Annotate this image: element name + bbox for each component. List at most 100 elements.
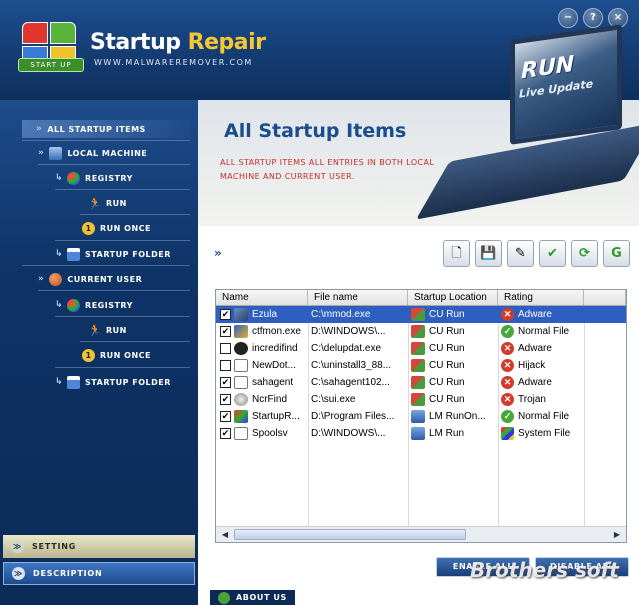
run-icon: 🏃	[88, 196, 103, 210]
location-cell: CU Run	[408, 357, 498, 374]
safe-icon: ✓	[501, 325, 514, 338]
table-row[interactable]: ✔ ctfmon.exe D:\WINDOWS\... CU Run ✓ Normal F…	[216, 323, 626, 340]
location-text: CU Run	[429, 394, 465, 405]
column-header-location[interactable]: Startup Location	[408, 290, 498, 305]
app-url: WWW.MALWAREREMOVER.COM	[94, 58, 253, 67]
table-body: ✔ Ezula C:\mmod.exe CU Run ✕ Adware ✔ ctfmon.ex…	[216, 306, 626, 527]
location-text: CU Run	[429, 309, 465, 320]
rating-text: System File	[518, 428, 571, 439]
check-icon[interactable]: ✔	[539, 240, 566, 267]
location-cell: CU Run	[408, 391, 498, 408]
location-text: CU Run	[429, 343, 465, 354]
table-row[interactable]: ✔ sahagent C:\sahagent102... CU Run ✕ Adware	[216, 374, 626, 391]
registry-icon	[67, 171, 81, 185]
current-user-icon	[411, 325, 425, 338]
column-header-name[interactable]: Name	[216, 290, 308, 305]
item-name: Ezula	[252, 309, 278, 320]
table-row[interactable]: ✔ Spoolsv D:\WINDOWS\... LM Run System File	[216, 425, 626, 442]
save-icon[interactable]: 💾	[475, 240, 502, 267]
live-update-laptop[interactable]: RUN Live Update	[415, 24, 639, 220]
table-row[interactable]: incredifind C:\delupdat.exe CU Run ✕ Adware	[216, 340, 626, 357]
sidebar-item-local-machine[interactable]: » LOCAL MACHINE	[38, 144, 147, 162]
scroll-left-icon[interactable]: ◀	[218, 528, 232, 541]
sidebar-item-all-startup-items[interactable]: » ALL STARTUP ITEMS	[36, 120, 146, 138]
scroll-right-icon[interactable]: ▶	[610, 528, 624, 541]
column-header-file[interactable]: File name	[308, 290, 408, 305]
new-item-icon[interactable]: 🗋	[443, 240, 470, 267]
extra-cell	[584, 391, 626, 408]
rating-cell: ✕ Adware	[498, 306, 584, 323]
row-checkbox[interactable]: ✔	[220, 326, 231, 337]
row-checkbox[interactable]: ✔	[220, 309, 231, 320]
item-name: NcrFind	[252, 394, 288, 405]
location-cell: CU Run	[408, 374, 498, 391]
sidebar-item-cu-run[interactable]: 🏃 RUN	[88, 321, 127, 339]
rating-text: Normal File	[518, 411, 570, 422]
extra-cell	[584, 374, 626, 391]
table-row[interactable]: ✔ StartupR... D:\Program Files... LM RunOn.…	[216, 408, 626, 425]
rating-text: Hijack	[518, 360, 546, 371]
row-checkbox[interactable]	[220, 343, 231, 354]
file-cell: D:\WINDOWS\...	[311, 428, 386, 439]
program-icon	[234, 393, 248, 406]
setting-panel-toggle[interactable]: ≫ SETTING	[3, 535, 195, 558]
column-header-rating[interactable]: Rating	[498, 290, 584, 305]
row-checkbox[interactable]: ✔	[220, 377, 231, 388]
extra-cell	[584, 408, 626, 425]
row-checkbox[interactable]: ✔	[220, 411, 231, 422]
startup-items-table[interactable]: Name File name Startup Location Rating ✔…	[215, 289, 627, 543]
threat-icon: ✕	[501, 359, 514, 372]
sidebar-item-cu-registry[interactable]: ↳ REGISTRY	[55, 296, 133, 314]
current-user-icon	[411, 376, 425, 389]
edit-icon[interactable]: ✎	[507, 240, 534, 267]
description-panel-toggle[interactable]: ≫ DESCRIPTION	[3, 562, 195, 585]
current-user-icon	[411, 359, 425, 372]
extra-cell	[584, 323, 626, 340]
rating-text: Trojan	[518, 394, 546, 405]
about-icon	[218, 591, 230, 604]
extra-cell	[584, 425, 626, 442]
program-icon	[234, 308, 248, 321]
help-button[interactable]: ?	[583, 8, 603, 28]
folder-icon	[67, 247, 81, 261]
about-us-link[interactable]: ABOUT US	[210, 590, 295, 605]
app-title: Startup Repair	[90, 30, 266, 55]
sidebar-item-lm-run[interactable]: 🏃 RUN	[88, 194, 127, 212]
local-machine-icon	[411, 427, 425, 440]
sidebar-item-current-user[interactable]: » CURRENT USER	[38, 270, 142, 288]
sidebar-item-lm-registry[interactable]: ↳ REGISTRY	[55, 169, 133, 187]
threat-icon: ✕	[501, 342, 514, 355]
rating-text: Adware	[518, 343, 552, 354]
sidebar-item-cu-run-once[interactable]: 1 RUN ONCE	[82, 346, 151, 364]
program-icon	[234, 325, 248, 338]
location-text: CU Run	[429, 360, 465, 371]
threat-icon: ✕	[501, 308, 514, 321]
scroll-thumb[interactable]	[234, 529, 466, 540]
run-once-icon: 1	[82, 221, 95, 235]
minimize-button[interactable]: −	[558, 8, 578, 28]
sidebar: » ALL STARTUP ITEMS » LOCAL MACHINE ↳ REGIS…	[0, 100, 198, 605]
row-checkbox[interactable]	[220, 360, 231, 371]
table-row[interactable]: NewDot... C:\uninstall3_88... CU Run ✕ Hijac…	[216, 357, 626, 374]
table-row[interactable]: ✔ NcrFind C:\sui.exe CU Run ✕ Trojan	[216, 391, 626, 408]
location-text: LM Run	[429, 428, 465, 439]
sidebar-item-lm-startup-folder[interactable]: ↳ STARTUP FOLDER	[55, 245, 171, 263]
program-icon	[234, 376, 248, 389]
page-title: All Startup Items	[224, 120, 407, 142]
run-once-icon: 1	[82, 348, 95, 362]
name-cell: ✔ sahagent	[216, 374, 308, 391]
table-row[interactable]: ✔ Ezula C:\mmod.exe CU Run ✕ Adware	[216, 306, 626, 323]
row-checkbox[interactable]: ✔	[220, 428, 231, 439]
threat-icon: ✕	[501, 393, 514, 406]
refresh-icon[interactable]: ⟳	[571, 240, 598, 267]
sidebar-item-lm-run-once[interactable]: 1 RUN ONCE	[82, 219, 151, 237]
users-icon	[49, 272, 63, 286]
horizontal-scrollbar[interactable]: ◀ ▶	[216, 526, 626, 542]
row-checkbox[interactable]: ✔	[220, 394, 231, 405]
rating-cell: ✕ Trojan	[498, 391, 584, 408]
laptop-run-text: RUN	[521, 51, 575, 85]
local-machine-icon	[411, 410, 425, 423]
item-name: StartupR...	[252, 411, 300, 422]
sidebar-item-cu-startup-folder[interactable]: ↳ STARTUP FOLDER	[55, 373, 171, 391]
go-icon[interactable]: G	[603, 240, 630, 267]
